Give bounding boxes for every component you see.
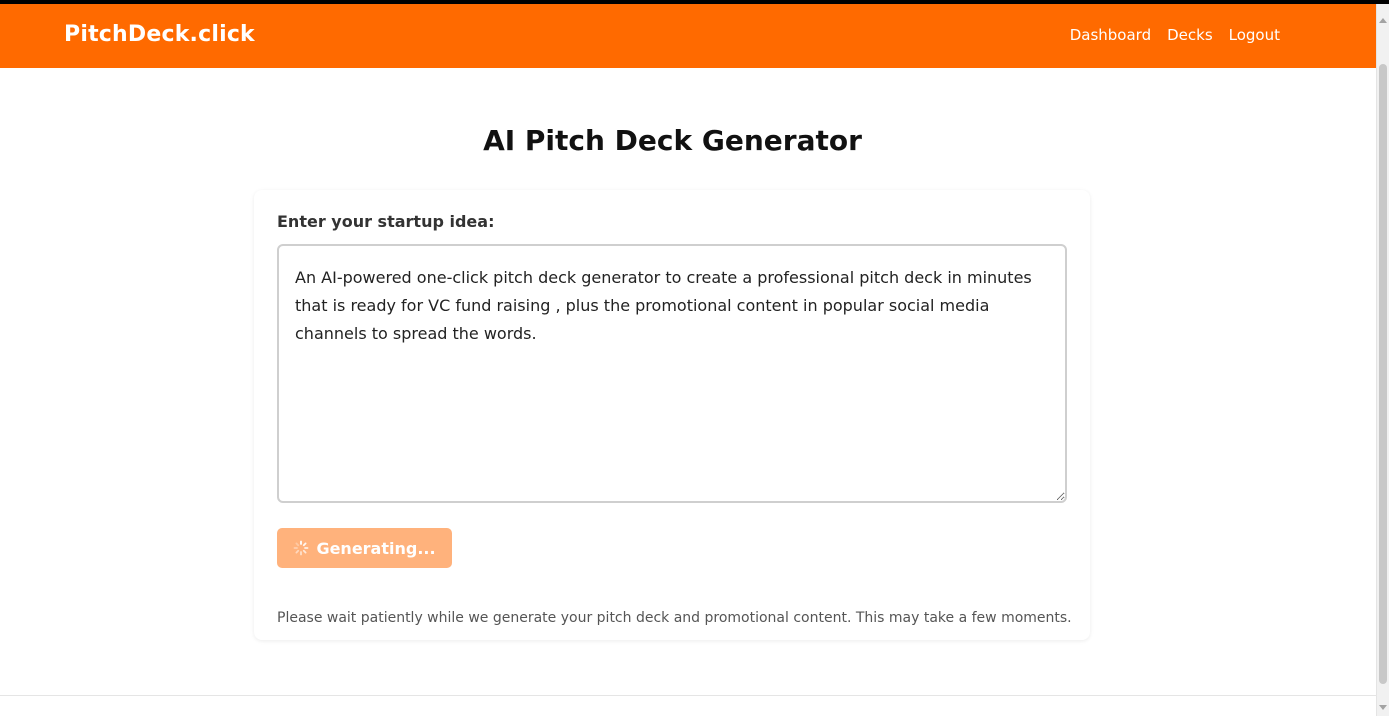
navbar: PitchDeck.click Dashboard Decks Logout (0, 4, 1377, 68)
wait-notice: Please wait patiently while we generate … (277, 610, 1072, 626)
page-scrollbar[interactable] (1376, 4, 1389, 716)
generator-form-card: Enter your startup idea: Generating... P… (254, 190, 1090, 640)
generate-button-label: Generating... (316, 538, 436, 558)
nav-links: Dashboard Decks Logout (1070, 26, 1280, 44)
startup-idea-textarea[interactable] (277, 244, 1067, 503)
scroll-down-arrow-icon[interactable] (1379, 705, 1387, 710)
scrollbar-thumb[interactable] (1379, 64, 1387, 684)
nav-link-decks[interactable]: Decks (1167, 26, 1213, 44)
page: PitchDeck.click Dashboard Decks Logout A… (0, 0, 1389, 716)
brand-logo-link[interactable]: PitchDeck.click (64, 22, 255, 47)
generate-button[interactable]: Generating... (277, 528, 452, 568)
nav-link-logout[interactable]: Logout (1229, 26, 1280, 44)
startup-idea-label: Enter your startup idea: (277, 212, 495, 231)
nav-link-dashboard[interactable]: Dashboard (1070, 26, 1151, 44)
page-title: AI Pitch Deck Generator (483, 124, 862, 157)
scroll-up-arrow-icon[interactable] (1379, 18, 1387, 23)
footer-divider (0, 695, 1377, 696)
spinner-icon (294, 540, 309, 556)
